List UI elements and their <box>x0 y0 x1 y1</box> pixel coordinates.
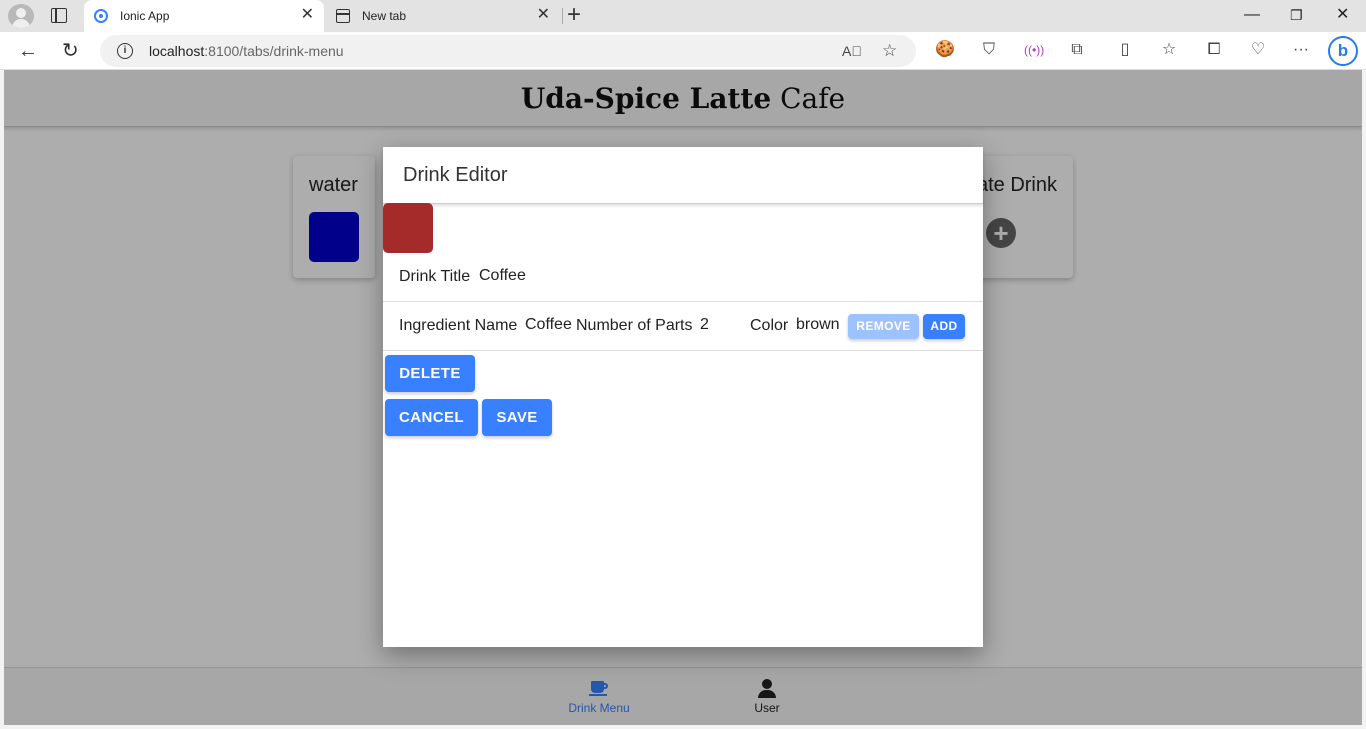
drink-color-swatch <box>383 203 433 253</box>
modal-header: Drink Editor <box>383 147 983 204</box>
drink-title-input[interactable]: Coffee <box>479 267 526 285</box>
collections-icon[interactable]: ⧠ <box>1205 41 1223 59</box>
address-bar[interactable]: i localhost:8100/tabs/drink-menu A᪶ ☆ <box>100 35 916 67</box>
new-tab-plus-icon[interactable]: + <box>567 3 581 27</box>
save-button[interactable]: Save <box>482 399 552 436</box>
ionic-favicon-icon <box>94 9 108 23</box>
favorites-icon[interactable]: ☆ <box>1160 41 1178 59</box>
broadcast-extension-icon[interactable]: ((•)) <box>1024 41 1044 59</box>
url-text[interactable]: localhost:8100/tabs/drink-menu <box>149 43 344 59</box>
site-info-icon[interactable]: i <box>117 43 133 59</box>
close-tab-icon[interactable]: ✕ <box>537 7 550 23</box>
browser-essentials-icon[interactable]: ♡ <box>1249 41 1267 59</box>
remove-ingredient-button[interactable]: Remove <box>848 314 919 339</box>
number-of-parts-label: Number of Parts <box>576 317 693 334</box>
url-host: localhost <box>149 43 205 59</box>
split-screen-icon[interactable]: ▯ <box>1116 41 1134 59</box>
browser-tab-new-tab[interactable]: New tab ✕ <box>326 0 560 32</box>
close-tab-icon[interactable]: ✕ <box>301 7 314 23</box>
refresh-icon[interactable]: ↻ <box>62 40 79 62</box>
color-label: Color <box>750 317 789 334</box>
favorite-star-icon[interactable]: ☆ <box>882 41 897 61</box>
restore-icon[interactable]: ❐ <box>1290 6 1303 24</box>
ingredient-name-label: Ingredient Name <box>399 317 518 334</box>
window-close-icon[interactable]: ✕ <box>1336 6 1349 24</box>
tab-actions-icon[interactable] <box>51 8 67 23</box>
ingredient-row: Ingredient Name Coffee Number of Parts 2… <box>383 302 983 351</box>
new-tab-favicon-icon <box>336 9 350 23</box>
browser-tab-strip: Ionic App ✕ New tab ✕ + — ❐ ✕ <box>0 0 1366 32</box>
browser-tab-ionic-app[interactable]: Ionic App ✕ <box>84 0 324 32</box>
delete-button[interactable]: Delete <box>385 355 475 392</box>
drink-editor-modal: Drink Editor Drink Title Coffee Ingredie… <box>383 147 983 647</box>
extensions-puzzle-icon[interactable]: ⧉ <box>1068 41 1086 59</box>
bing-copilot-icon[interactable]: b <box>1328 36 1358 66</box>
url-path: :8100/tabs/drink-menu <box>204 43 344 59</box>
cookie-extension-icon[interactable]: 🍪 <box>935 41 955 59</box>
drink-title-label: Drink Title <box>399 268 471 285</box>
ingredient-name-input[interactable]: Coffee <box>525 316 572 334</box>
read-aloud-icon[interactable]: A᪶ <box>842 43 862 59</box>
back-arrow-icon[interactable]: ← <box>18 40 38 62</box>
tab-title: Ionic App <box>120 9 170 23</box>
app-viewport: Uda-Spice Latte Cafe water Create Drink … <box>4 70 1362 725</box>
shield-extension-icon[interactable]: ⛉ <box>980 41 998 59</box>
modal-title: Drink Editor <box>403 164 508 186</box>
more-menu-icon[interactable]: ··· <box>1292 41 1310 59</box>
profile-avatar-icon[interactable] <box>8 4 34 28</box>
drink-title-row: Drink Title Coffee <box>383 253 983 302</box>
minimize-icon[interactable]: — <box>1244 6 1260 24</box>
number-of-parts-input[interactable]: 2 <box>700 316 709 334</box>
tab-divider <box>562 8 563 24</box>
add-ingredient-button[interactable]: Add <box>923 314 965 339</box>
tab-title: New tab <box>362 9 407 23</box>
color-input[interactable]: brown <box>796 316 840 334</box>
cancel-button[interactable]: Cancel <box>385 399 478 436</box>
browser-toolbar: ← ↻ i localhost:8100/tabs/drink-menu A᪶ … <box>0 32 1366 70</box>
